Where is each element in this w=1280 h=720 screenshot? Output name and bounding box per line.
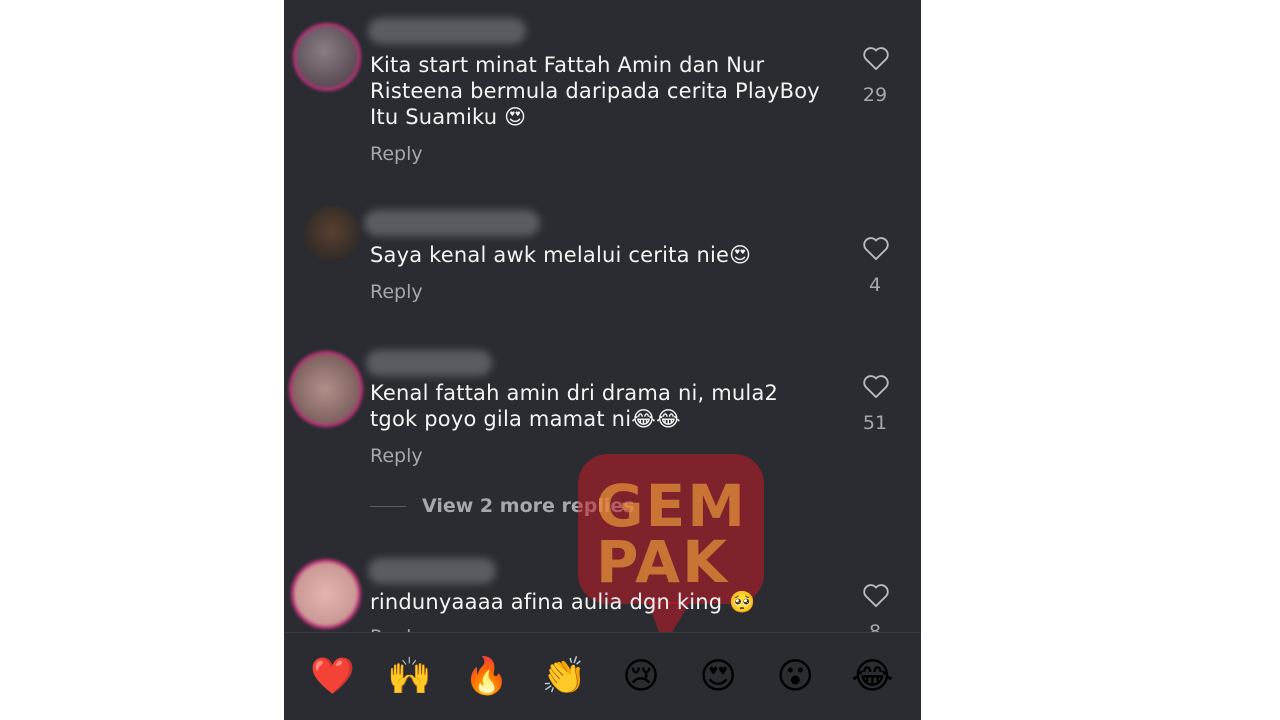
clapping-hands-emoji-button[interactable]: 👏 [536,656,592,697]
reply-button[interactable]: Reply [370,281,423,303]
crying-face-emoji-button[interactable]: 😢 [613,656,669,697]
tears-of-joy-emoji-button[interactable]: 😂 [844,656,900,697]
heart-outline-icon[interactable] [862,373,890,399]
heart-outline-icon[interactable] [862,45,890,71]
heart-outline-icon[interactable] [862,235,890,261]
username-blurred[interactable] [366,350,492,376]
avatar[interactable] [304,206,360,262]
surprised-face-emoji-button[interactable]: 😮 [767,656,823,697]
watermark-line1: GEM [596,472,747,540]
red-heart-emoji-button[interactable]: ❤️ [305,656,361,697]
watermark-line2: PAK [596,528,730,596]
comments-panel: Kita start minat Fattah Amin dan Nur Ris… [284,0,921,720]
avatar[interactable] [296,26,358,88]
avatar[interactable] [292,354,360,424]
comment-text: Saya kenal awk melalui cerita nie😍 [370,243,752,267]
username-blurred[interactable] [368,558,496,584]
gempak-watermark-logo: GEM PAK [578,454,764,646]
raising-hands-emoji-button[interactable]: 🙌 [382,656,438,697]
like-count: 29 [862,84,888,106]
username-blurred[interactable] [364,210,540,236]
heart-outline-icon[interactable] [862,582,890,608]
comment-text: Kenal fattah amin dri drama ni, mula2 tg… [370,381,779,431]
like-count: 51 [862,412,888,434]
avatar[interactable] [294,562,358,626]
comment-text: rindunyaaaa afina aulia dgn king 🥺 [370,590,756,614]
reply-button[interactable]: Reply [370,143,423,165]
comment-text: Kita start minat Fattah Amin dan Nur Ris… [370,53,820,129]
reply-button[interactable]: Reply [370,445,423,467]
divider [370,505,406,507]
emoji-reaction-bar: ❤️ 🙌 🔥 👏 😢 😍 😮 😂 [284,632,921,720]
like-count: 4 [868,274,882,296]
fire-emoji-button[interactable]: 🔥 [459,656,515,697]
username-blurred[interactable] [368,18,526,44]
heart-eyes-emoji-button[interactable]: 😍 [690,656,746,697]
